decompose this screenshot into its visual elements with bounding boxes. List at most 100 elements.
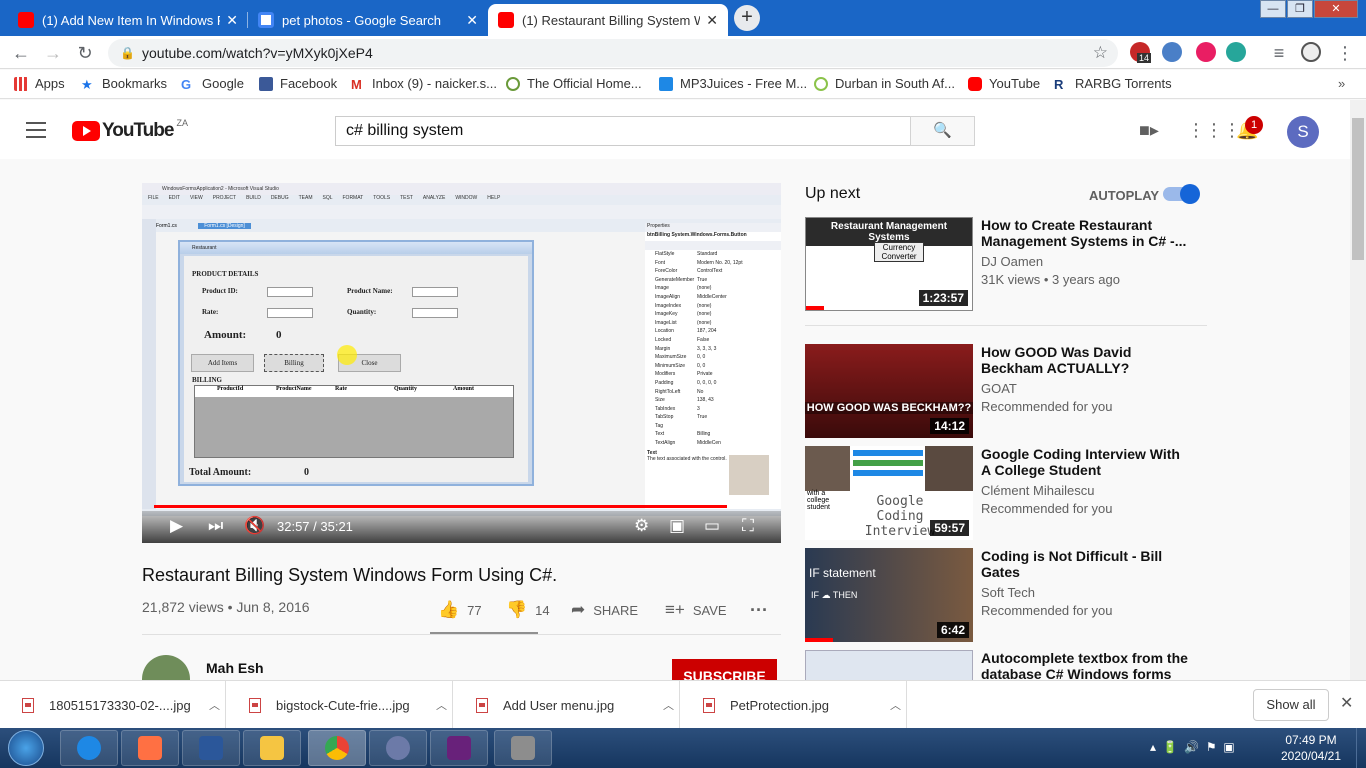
- youtube-icon: [968, 76, 982, 91]
- profile-icon[interactable]: [1301, 42, 1321, 62]
- url-bar[interactable]: 🔒 youtube.com/watch?v=yMXyk0jXeP4 ☆: [108, 39, 1118, 67]
- video-player[interactable]: WindowsFormsApplication2 - Microsoft Vis…: [142, 183, 781, 543]
- play-icon[interactable]: ▶: [170, 516, 183, 536]
- bookmark-youtube[interactable]: YouTube: [968, 76, 1040, 91]
- share-button[interactable]: ➦ SHARE: [571, 600, 638, 620]
- tab-close-icon[interactable]: ✕: [226, 12, 238, 29]
- save-button[interactable]: ≡+ SAVE: [665, 600, 727, 620]
- apps-grid-icon: [14, 76, 28, 91]
- recommended-video[interactable]: IF statement IF ☁ THEN 6:42 Coding is No…: [805, 548, 1207, 642]
- back-icon[interactable]: ←: [10, 42, 32, 64]
- next-icon[interactable]: ⏭: [208, 516, 223, 536]
- bookmark-star-icon[interactable]: ☆: [1093, 39, 1108, 67]
- recommended-video[interactable]: Autocomplete textbox from the database C…: [805, 650, 1207, 680]
- taskbar-app[interactable]: [369, 730, 427, 766]
- media-controls-icon[interactable]: ≡: [1268, 42, 1290, 64]
- lock-icon: 🔒: [120, 46, 135, 60]
- video-thumbnail[interactable]: [805, 650, 973, 680]
- browser-tab-active[interactable]: (1) Restaurant Billing System Win ✕: [488, 4, 728, 36]
- bookmark-inbox[interactable]: M Inbox (9) - naicker.s...: [351, 76, 497, 92]
- progress-bar[interactable]: [154, 505, 769, 508]
- tab-close-icon[interactable]: ✕: [466, 12, 478, 29]
- like-button[interactable]: 👍 77: [438, 600, 482, 620]
- mute-icon[interactable]: 🔇: [244, 516, 265, 536]
- create-video-icon[interactable]: ■▸: [1139, 120, 1159, 141]
- close-window-button[interactable]: ✕: [1314, 0, 1358, 18]
- scrollbar-thumb[interactable]: [1352, 118, 1364, 260]
- search-input[interactable]: c# billing system: [335, 116, 911, 146]
- bookmarks-overflow-icon[interactable]: »: [1338, 76, 1345, 91]
- user-avatar[interactable]: S: [1287, 116, 1319, 148]
- miniplayer-icon[interactable]: ▣: [669, 516, 685, 536]
- maximize-button[interactable]: ❐: [1287, 0, 1313, 18]
- address-toolbar: ← → ↻ 🔒 youtube.com/watch?v=yMXyk0jXeP4 …: [0, 36, 1366, 69]
- settings-gear-icon[interactable]: ⚙: [634, 516, 649, 536]
- video-thumbnail[interactable]: IF statement IF ☁ THEN 6:42: [805, 548, 973, 642]
- bookmark-apps[interactable]: Apps: [14, 76, 65, 91]
- bookmark-facebook[interactable]: Facebook: [259, 76, 337, 91]
- video-thumbnail[interactable]: Restaurant Management Systems Currency C…: [805, 217, 973, 311]
- browser-tab[interactable]: pet photos - Google Search ✕: [248, 4, 488, 36]
- minimize-button[interactable]: —: [1260, 0, 1286, 18]
- bookmark-google[interactable]: G Google: [181, 76, 244, 92]
- more-actions-icon[interactable]: ···: [750, 600, 768, 621]
- search-button[interactable]: 🔍: [910, 116, 975, 146]
- search-icon: 🔍: [933, 122, 952, 139]
- menu-icon[interactable]: [26, 122, 46, 143]
- taskbar-explorer[interactable]: [243, 730, 301, 766]
- recommended-video[interactable]: with a college student Google Coding Int…: [805, 446, 1207, 540]
- autoplay-toggle[interactable]: [1163, 184, 1200, 204]
- page-scrollbar[interactable]: [1350, 100, 1366, 680]
- extension-icon[interactable]: [1226, 42, 1246, 62]
- video-thumbnail[interactable]: HOW GOOD WAS BECKHAM?? 14:12: [805, 344, 973, 438]
- recommended-video[interactable]: HOW GOOD WAS BECKHAM?? 14:12 How GOOD Wa…: [805, 344, 1207, 438]
- taskbar-ie[interactable]: [60, 730, 118, 766]
- duration-badge: 14:12: [930, 418, 969, 434]
- theater-mode-icon[interactable]: ▭: [704, 516, 720, 536]
- download-item[interactable]: Add User menu.jpg ︿: [454, 681, 680, 729]
- window-controls: — ❐ ✕: [1259, 0, 1358, 18]
- windows-start-button[interactable]: [8, 730, 44, 766]
- download-item[interactable]: bigstock-Cute-frie....jpg ︿: [227, 681, 453, 729]
- bookmark-bookmarks[interactable]: ★ Bookmarks: [81, 76, 167, 92]
- recommended-video[interactable]: Restaurant Management Systems Currency C…: [805, 217, 1207, 311]
- chevron-up-icon[interactable]: ︿: [890, 697, 901, 713]
- show-desktop-button[interactable]: [1356, 728, 1366, 768]
- video-thumbnail[interactable]: with a college student Google Coding Int…: [805, 446, 973, 540]
- taskbar-clock[interactable]: 07:49 PM 2020/04/21: [1278, 732, 1344, 764]
- apps-grid-icon[interactable]: ⋮⋮⋮: [1187, 120, 1241, 141]
- extension-icon[interactable]: [1196, 42, 1216, 62]
- system-tray[interactable]: ▴ 🔋 🔊 ⚑ ▣: [1150, 740, 1235, 754]
- taskbar-visual-studio[interactable]: [430, 730, 488, 766]
- taskbar-media-player[interactable]: [121, 730, 179, 766]
- download-item[interactable]: 180515173330-02-....jpg ︿: [0, 681, 226, 729]
- forward-icon[interactable]: →: [42, 42, 64, 64]
- chevron-up-icon[interactable]: ︿: [209, 697, 220, 713]
- star-icon: ★: [81, 76, 93, 92]
- site-icon: [814, 76, 828, 91]
- extension-icon[interactable]: [1162, 42, 1182, 62]
- taskbar-tools[interactable]: [494, 730, 552, 766]
- taskbar-chrome[interactable]: [308, 730, 366, 766]
- bookmark-official-home[interactable]: The Official Home...: [506, 76, 642, 91]
- property-row: Padding 0, 0, 0, 0: [655, 379, 717, 386]
- channel-name[interactable]: Mah Esh: [206, 660, 264, 676]
- youtube-logo[interactable]: YouTube ZA: [72, 118, 188, 142]
- chevron-up-icon[interactable]: ︿: [436, 697, 447, 713]
- new-tab-button[interactable]: +: [734, 5, 760, 31]
- menu-icon[interactable]: ⋮: [1334, 42, 1356, 64]
- bookmark-rarbg[interactable]: R RARBG Torrents: [1054, 76, 1172, 92]
- taskbar-word[interactable]: [182, 730, 240, 766]
- chevron-up-icon[interactable]: ︿: [663, 697, 674, 713]
- fullscreen-icon[interactable]: ⛶: [742, 516, 754, 536]
- close-icon[interactable]: ✕: [1340, 693, 1353, 713]
- reload-icon[interactable]: ↻: [74, 42, 96, 64]
- tab-close-icon[interactable]: ✕: [706, 12, 718, 29]
- download-item[interactable]: PetProtection.jpg ︿: [681, 681, 907, 729]
- bookmark-mp3juices[interactable]: MP3Juices - Free M...: [659, 76, 807, 91]
- show-all-downloads-button[interactable]: Show all: [1253, 689, 1329, 721]
- dislike-button[interactable]: 👎 14: [506, 600, 550, 620]
- recommended-title: Coding is Not Difficult - Bill Gates: [981, 548, 1163, 580]
- bookmark-durban[interactable]: Durban in South Af...: [814, 76, 955, 91]
- browser-tab[interactable]: (1) Add New Item In Windows PC ✕: [8, 4, 248, 36]
